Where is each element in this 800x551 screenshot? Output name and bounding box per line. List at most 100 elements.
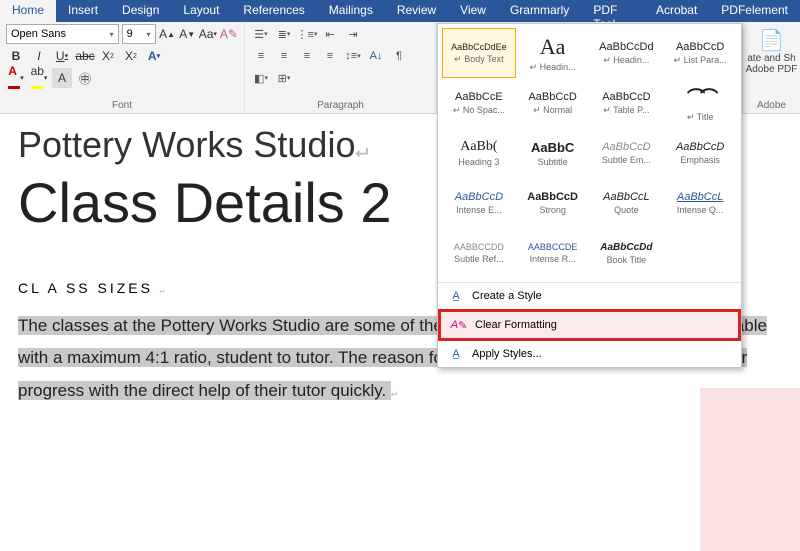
apply-styles-menu-item[interactable]: A̲ Apply Styles... [438, 341, 741, 367]
group-label: Adobe [743, 100, 800, 111]
paragraph-mark-icon: ↵ [391, 388, 397, 399]
tab-review[interactable]: Review [385, 0, 448, 22]
style-name: ↵ Headin... [519, 62, 587, 73]
style-cell[interactable]: AaBbCcDSubtle Em... [590, 128, 664, 178]
style-preview: AaBbCcDdEe [451, 42, 507, 52]
style-cell[interactable]: AaBbCcDdBook Title [590, 228, 664, 278]
decrease-font-button[interactable]: A▼ [179, 24, 196, 44]
menu-label: Clear Formatting [475, 319, 557, 331]
style-name: Strong [519, 205, 587, 215]
adobe-group: 📄 ate and Sh Adobe PDF Adobe [742, 22, 800, 114]
style-cell[interactable]: AaBbCcE↵ No Spac... [442, 78, 516, 128]
create-style-menu-item[interactable]: A̲ Create a Style [438, 283, 741, 309]
underline-button[interactable]: U▾ [52, 46, 72, 66]
style-name: Subtitle [519, 157, 587, 167]
style-cell[interactable]: Aa ↵ Headin... [516, 28, 590, 78]
increase-indent-button[interactable]: ⇥ [343, 24, 363, 44]
tab-view[interactable]: View [448, 0, 498, 22]
style-cell[interactable]: AaBbCcD↵ List Para... [663, 28, 737, 78]
bullets-button[interactable]: ☰▾ [251, 24, 271, 44]
font-color-button[interactable]: A▾ [6, 68, 26, 88]
tab-grammarly[interactable]: Grammarly [498, 0, 581, 22]
character-shading-button[interactable]: A [52, 68, 72, 88]
align-right-button[interactable]: ≡ [297, 46, 317, 66]
line-spacing-button[interactable]: ↕≡▾ [343, 46, 363, 66]
change-case-button[interactable]: Aa▾ [199, 24, 217, 44]
style-cell[interactable]: ⌒⌒↵ Title [663, 78, 737, 128]
style-cell[interactable]: AaBbCcDEmphasis [663, 128, 737, 178]
tab-pdf-tool-set[interactable]: PDF Tool Set [581, 0, 644, 22]
adobe-line1: ate and Sh [743, 53, 800, 64]
style-name: ↵ Normal [519, 105, 587, 116]
tab-insert[interactable]: Insert [56, 0, 110, 22]
apply-styles-icon: A̲ [448, 346, 464, 362]
style-name: ↵ Title [666, 112, 734, 123]
paragraph-group: ☰▾ ≣▾ ⋮≡▾ ⇤ ⇥ ≡ ≡ ≡ ≡ ↕≡▾ A↓ ¶ ◧▾ ⊞▾ Par… [245, 22, 437, 113]
style-cell[interactable]: AaBbCcDdEe↵ Body Text [442, 28, 516, 78]
tab-design[interactable]: Design [110, 0, 171, 22]
style-cell[interactable]: AaBbCcD↵ Normal [516, 78, 590, 128]
style-cell[interactable]: AABBCCDDSubtle Ref... [442, 228, 516, 278]
style-preview: AABBCCDD [454, 242, 504, 252]
group-label: Font [0, 100, 244, 111]
style-cell[interactable]: AaBb(Heading 3 [442, 128, 516, 178]
clear-formatting-icon: A✎ [451, 317, 467, 333]
style-cell[interactable]: AaBbCcLIntense Q... [663, 178, 737, 228]
tab-references[interactable]: References [231, 0, 316, 22]
pdf-icon[interactable]: 📄 [743, 28, 800, 53]
adobe-line2: Adobe PDF [743, 64, 800, 75]
sort-button[interactable]: A↓ [366, 46, 386, 66]
style-name: ↵ No Spac... [445, 105, 513, 116]
bold-button[interactable]: B [6, 46, 26, 66]
style-preview: AaBbCcL [677, 191, 723, 203]
style-cell[interactable]: AaBbCcD↵ Table P... [590, 78, 664, 128]
clear-formatting-button[interactable]: A✎ [220, 24, 238, 44]
style-cell[interactable]: AaBbCcDIntense E... [442, 178, 516, 228]
strikethrough-button[interactable]: abc [75, 46, 95, 66]
increase-font-button[interactable]: A▲ [159, 24, 176, 44]
subscript-button[interactable]: X2 [98, 46, 118, 66]
style-cell[interactable]: AaBbCcLQuote [590, 178, 664, 228]
style-cell[interactable]: AaBbCcDd↵ Headin... [590, 28, 664, 78]
style-preview: AaBbCcDd [600, 242, 652, 253]
show-paragraph-marks-button[interactable]: ¶ [389, 46, 409, 66]
text-effects-button[interactable]: A▾ [144, 46, 164, 66]
tab-mailings[interactable]: Mailings [317, 0, 385, 22]
font-name-combo[interactable]: Open Sans▾ [6, 24, 119, 44]
borders-button[interactable]: ⊞▾ [274, 68, 294, 88]
style-name: ↵ Table P... [593, 105, 661, 116]
shading-button[interactable]: ◧▾ [251, 68, 271, 88]
tab-acrobat[interactable]: Acrobat [644, 0, 709, 22]
tab-layout[interactable]: Layout [171, 0, 231, 22]
style-cell[interactable]: AaBbCSubtitle [516, 128, 590, 178]
styles-gallery-dropdown: AaBbCcDdEe↵ Body TextAa↵ Headin...AaBbCc… [437, 23, 742, 368]
align-left-button[interactable]: ≡ [251, 46, 271, 66]
paragraph-mark-icon: ↵ [355, 138, 368, 163]
style-preview: AaBbCcL [603, 191, 649, 203]
enclose-characters-button[interactable]: ㊥ [75, 68, 95, 88]
style-name: ↵ Headin... [593, 55, 661, 66]
highlight-button[interactable]: ab▾ [29, 68, 49, 88]
style-preview: AaBbCcD [527, 191, 578, 203]
italic-button[interactable]: I [29, 46, 49, 66]
style-preview: Aa [540, 34, 566, 60]
multilevel-list-button[interactable]: ⋮≡▾ [297, 24, 317, 44]
superscript-button[interactable]: X2 [121, 46, 141, 66]
tab-home[interactable]: Home [0, 0, 56, 22]
ribbon-tabs: HomeInsertDesignLayoutReferencesMailings… [0, 0, 800, 22]
style-preview: AaBbCcD [602, 141, 650, 153]
numbering-button[interactable]: ≣▾ [274, 24, 294, 44]
justify-button[interactable]: ≡ [320, 46, 340, 66]
align-center-button[interactable]: ≡ [274, 46, 294, 66]
style-preview: AaBbCcD [455, 191, 503, 203]
create-style-icon: A̲ [448, 288, 464, 304]
style-cell[interactable]: AABBCCDEIntense R... [516, 228, 590, 278]
tab-pdfelement[interactable]: PDFelement [709, 0, 800, 22]
decrease-indent-button[interactable]: ⇤ [320, 24, 340, 44]
style-cell[interactable]: AaBbCcD Strong [516, 178, 590, 228]
group-label: Paragraph [245, 100, 436, 111]
font-size-combo[interactable]: 9▾ [122, 24, 156, 44]
chevron-down-icon: ▾ [147, 30, 151, 39]
menu-label: Apply Styles... [472, 348, 542, 360]
clear-formatting-menu-item[interactable]: A✎ Clear Formatting [438, 309, 741, 341]
